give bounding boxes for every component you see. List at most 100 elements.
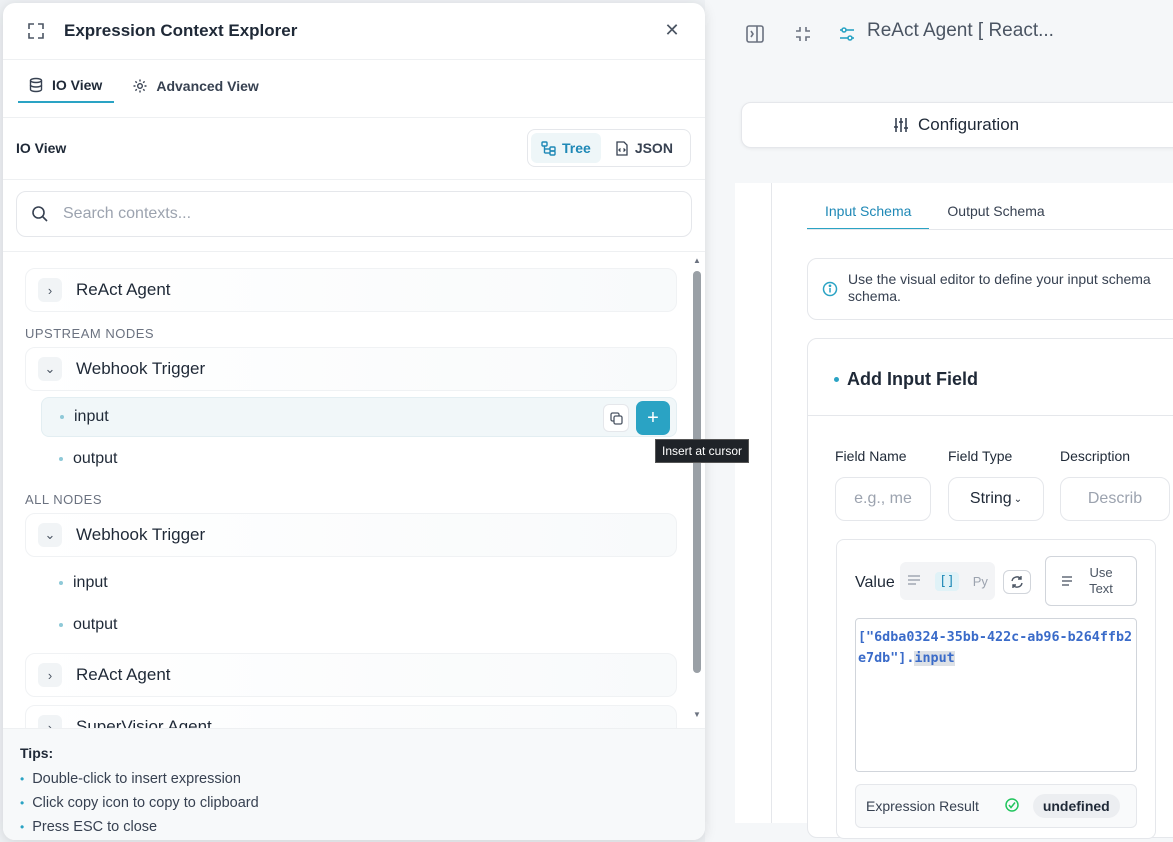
tree-label: Tree	[562, 140, 591, 156]
json-label: JSON	[634, 140, 673, 156]
section-title: IO View	[16, 140, 67, 156]
search-input[interactable]	[63, 205, 663, 223]
expression-result-label: Expression Result	[866, 798, 979, 814]
chevron-down-icon[interactable]: ⌄	[38, 357, 62, 381]
leaf-label: output	[73, 616, 118, 633]
plus-icon: +	[647, 406, 659, 429]
scroll-up-arrow[interactable]: ▲	[692, 256, 702, 266]
divider	[3, 59, 705, 60]
expression-result: Expression Result undefined	[855, 784, 1137, 828]
divider	[771, 183, 772, 823]
refresh-icon	[1011, 576, 1023, 588]
file-code-icon	[616, 140, 628, 156]
field-type-value: String	[969, 490, 1012, 507]
insert-button[interactable]: +	[636, 401, 670, 435]
value-mode-toggle: [] Py	[900, 562, 995, 600]
copy-icon	[609, 411, 623, 425]
field-name-placeholder: e.g., me	[854, 490, 912, 507]
tree-node-supervisior-agent[interactable]: › SuperVisior Agent	[25, 705, 677, 728]
divider	[807, 229, 1173, 230]
tree-leaf-output-upstream[interactable]: output	[41, 439, 677, 479]
configuration-tab[interactable]: Configuration	[741, 102, 1173, 148]
bullet-dot	[59, 581, 63, 585]
node-label: ReAct Agent	[76, 665, 171, 684]
lines-icon	[1062, 576, 1072, 586]
scrollbar-thumb[interactable]	[693, 271, 701, 673]
chevron-right-icon[interactable]: ›	[38, 663, 62, 687]
check-circle-icon	[1005, 797, 1019, 815]
tree-node-react-agent-all[interactable]: › ReAct Agent	[25, 653, 677, 697]
all-nodes-label: ALL NODES	[25, 492, 102, 507]
tree-node-webhook-trigger-upstream[interactable]: ⌄ Webhook Trigger	[25, 347, 677, 391]
info-text: Use the visual editor to define your inp…	[848, 271, 1151, 304]
close-icon[interactable]: ✕	[661, 19, 683, 41]
expression-code-highlight: input	[914, 651, 955, 666]
divider	[3, 179, 705, 180]
use-text-button[interactable]: Use Text	[1045, 556, 1137, 606]
tree-leaf-input-all[interactable]: input	[41, 563, 677, 603]
bullet-dot	[834, 377, 839, 382]
json-view-button[interactable]: JSON	[605, 133, 683, 163]
leaf-label: output	[73, 450, 118, 467]
tab-io-view[interactable]: IO View	[18, 71, 115, 103]
tree-leaf-input-upstream[interactable]: input +	[41, 397, 677, 437]
tips-list: Double-click to insert expression Click …	[20, 767, 259, 839]
expression-mode-icon[interactable]: []	[935, 571, 959, 591]
context-tree: › ReAct Agent UPSTREAM NODES ⌄ Webhook T…	[3, 252, 705, 728]
description-input[interactable]: Describ	[1060, 477, 1170, 521]
field-name-label: Field Name	[835, 448, 907, 464]
chevron-down-icon: ⌄	[1013, 493, 1023, 505]
node-label: SuperVisior Agent	[76, 717, 212, 728]
explorer-header: Expression Context Explorer ✕	[3, 3, 705, 59]
tips-title: Tips:	[20, 745, 54, 761]
explorer-title: Expression Context Explorer	[64, 21, 298, 40]
schema-tabs: Input Schema Output Schema	[807, 195, 1063, 230]
bullet-dot	[60, 415, 64, 419]
expression-context-explorer: Expression Context Explorer ✕ IO View Ad…	[3, 3, 705, 840]
tab-input-schema[interactable]: Input Schema	[807, 195, 930, 230]
text-mode-icon[interactable]	[907, 574, 921, 589]
copy-button[interactable]	[603, 404, 629, 432]
python-mode-button[interactable]: Py	[973, 574, 988, 589]
info-banner: Use the visual editor to define your inp…	[807, 258, 1173, 320]
tree-view-button[interactable]: Tree	[531, 133, 601, 163]
search-box	[16, 191, 692, 237]
tab-advanced-view[interactable]: Advanced View	[122, 71, 270, 103]
field-type-label: Field Type	[948, 448, 1013, 464]
gear-icon	[133, 79, 147, 93]
chevron-right-icon[interactable]: ›	[38, 278, 62, 302]
field-name-input[interactable]: e.g., me	[835, 477, 931, 521]
tab-output-schema[interactable]: Output Schema	[929, 195, 1062, 230]
tip-item: Click copy icon to copy to clipboard	[20, 791, 258, 815]
leaf-label: input	[73, 574, 108, 591]
node-config-panel: ReAct Agent [ React... Configuration Inp…	[705, 0, 1173, 842]
field-type-select[interactable]: String ⌄	[948, 477, 1044, 521]
collapse-icon[interactable]	[791, 22, 815, 46]
view-mode-toggle: Tree JSON	[527, 129, 691, 167]
sidebar-toggle-icon[interactable]	[743, 22, 767, 46]
tree-leaf-output-all[interactable]: output	[41, 605, 677, 645]
chevron-right-icon[interactable]: ›	[38, 715, 62, 728]
expand-icon[interactable]	[25, 20, 47, 42]
bullet-dot	[59, 623, 63, 627]
settings-sliders-icon	[835, 22, 859, 46]
scroll-down-arrow[interactable]: ▼	[692, 710, 702, 720]
config-header: ReAct Agent [ React...	[705, 0, 1173, 70]
description-placeholder: Describ	[1087, 490, 1143, 507]
tip-item: Double-click to insert expression	[20, 767, 259, 791]
expression-code-editor[interactable]: ["6dba0324-35bb-422c-ab96-b264ffb2e7db"]…	[855, 618, 1137, 772]
tree-node-react-agent[interactable]: › ReAct Agent	[25, 268, 677, 312]
insert-tooltip: Insert at cursor	[655, 439, 749, 463]
description-label: Description	[1060, 448, 1131, 464]
tab-io-view-label: IO View	[52, 77, 103, 93]
divider	[808, 415, 1173, 416]
search-icon	[32, 206, 48, 222]
use-text-label: Use Text	[1089, 565, 1113, 596]
chevron-down-icon[interactable]: ⌄	[38, 523, 62, 547]
refresh-button[interactable]	[1003, 570, 1031, 594]
sliders-icon	[894, 118, 908, 132]
add-input-field-card: Add Input Field Field Name Field Type De…	[807, 338, 1173, 839]
divider	[3, 117, 705, 118]
tree-node-webhook-trigger-all[interactable]: ⌄ Webhook Trigger	[25, 513, 677, 557]
expression-result-value: undefined	[1032, 794, 1120, 818]
